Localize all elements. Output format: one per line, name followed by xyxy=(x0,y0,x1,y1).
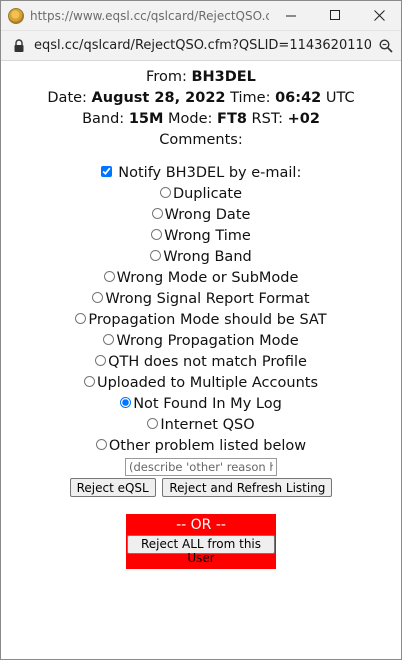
lock-icon xyxy=(14,38,24,52)
reason-radio[interactable] xyxy=(92,292,104,303)
reason-option: Wrong Band xyxy=(1,247,401,268)
reason-radio[interactable] xyxy=(159,187,171,198)
close-icon xyxy=(373,10,385,21)
reason-label[interactable]: Wrong Signal Report Format xyxy=(105,291,309,307)
reason-option: Propagation Mode should be SAT xyxy=(1,310,401,331)
rst-label: RST: xyxy=(251,111,283,127)
reason-radio[interactable] xyxy=(120,397,132,408)
reason-radio[interactable] xyxy=(95,439,107,450)
band-value: 15M xyxy=(128,111,164,127)
reason-label[interactable]: Internet QSO xyxy=(160,417,254,433)
from-label: From: xyxy=(146,69,187,85)
reason-radio[interactable] xyxy=(95,355,107,366)
title-url: https://www.eqsl.cc/qslcard/RejectQSO.cf… xyxy=(30,8,269,23)
reason-label[interactable]: Wrong Band xyxy=(163,249,251,265)
other-reason-row xyxy=(1,457,401,476)
reason-radio[interactable] xyxy=(151,229,163,240)
reason-option: Duplicate xyxy=(1,184,401,205)
reason-radio[interactable] xyxy=(103,334,115,345)
reason-option: Uploaded to Multiple Accounts xyxy=(1,373,401,394)
notify-row: Notify BH3DEL by e-mail: xyxy=(1,163,401,184)
reason-label[interactable]: Wrong Date xyxy=(165,207,251,223)
reject-eqsl-button[interactable]: Reject eQSL xyxy=(69,478,156,497)
address-url[interactable]: eqsl.cc/qslcard/RejectQSO.cfm?QSLID=1143… xyxy=(34,38,371,53)
reject-qso-form: From: BH3DEL Date: August 28, 2022 Time:… xyxy=(1,61,401,569)
reason-radio[interactable] xyxy=(147,418,159,429)
date-time-line: Date: August 28, 2022 Time: 06:42 UTC xyxy=(1,88,401,109)
reason-option: Other problem listed below xyxy=(1,436,401,457)
reason-label[interactable]: Wrong Propagation Mode xyxy=(116,333,298,349)
maximize-icon xyxy=(329,10,340,20)
rst-value: +02 xyxy=(287,111,320,127)
notify-checkbox[interactable] xyxy=(100,166,112,177)
time-label: Time: xyxy=(230,90,271,106)
time-value: 06:42 xyxy=(275,90,322,106)
reject-reasons-list: Duplicate Wrong Date Wrong Time Wrong Band W… xyxy=(1,184,401,457)
eqsl-favicon-icon xyxy=(8,7,24,24)
mode-value: FT8 xyxy=(217,111,247,127)
comments-label: Comments: xyxy=(159,132,243,148)
date-label: Date: xyxy=(47,90,87,106)
or-separator-text: -- OR -- xyxy=(176,517,226,533)
reject-all-box: -- OR -- Reject ALL from this User xyxy=(126,514,276,569)
reason-label[interactable]: Propagation Mode should be SAT xyxy=(88,312,326,328)
reason-label[interactable]: Duplicate xyxy=(173,186,242,202)
reason-radio[interactable] xyxy=(75,313,87,324)
reject-all-button[interactable]: Reject ALL from this User xyxy=(127,535,275,565)
reason-label[interactable]: Uploaded to Multiple Accounts xyxy=(97,375,318,391)
title-bar: https://www.eqsl.cc/qslcard/RejectQSO.cf… xyxy=(1,1,401,31)
reason-radio[interactable] xyxy=(150,250,162,261)
maximize-button[interactable] xyxy=(313,1,357,31)
reason-radio[interactable] xyxy=(151,208,163,219)
from-call: BH3DEL xyxy=(191,69,256,85)
other-reason-input[interactable] xyxy=(125,458,277,476)
address-bar: eqsl.cc/qslcard/RejectQSO.cfm?QSLID=1143… xyxy=(1,31,401,61)
reject-and-refresh-button[interactable]: Reject and Refresh Listing xyxy=(162,478,333,497)
time-zone: UTC xyxy=(325,90,355,106)
zoom-button[interactable] xyxy=(371,38,401,53)
mode-label: Mode: xyxy=(168,111,213,127)
reason-option: Wrong Mode or SubMode xyxy=(1,268,401,289)
browser-popup-window: https://www.eqsl.cc/qslcard/RejectQSO.cf… xyxy=(0,0,402,660)
reason-radio[interactable] xyxy=(103,271,115,282)
from-line: From: BH3DEL xyxy=(1,67,401,88)
reason-label[interactable]: Other problem listed below xyxy=(109,438,306,454)
reason-option: QTH does not match Profile xyxy=(1,352,401,373)
reason-option: Wrong Date xyxy=(1,205,401,226)
reason-option: Internet QSO xyxy=(1,415,401,436)
minimize-button[interactable] xyxy=(269,1,313,31)
reason-option: Wrong Propagation Mode xyxy=(1,331,401,352)
reason-option: Not Found In My Log xyxy=(1,394,401,415)
reason-label[interactable]: Wrong Mode or SubMode xyxy=(117,270,299,286)
reason-radio[interactable] xyxy=(83,376,95,387)
minimize-icon xyxy=(285,15,296,17)
band-mode-line: Band: 15M Mode: FT8 RST: +02 xyxy=(1,109,401,130)
zoom-magnifier-icon xyxy=(379,38,393,53)
band-label: Band: xyxy=(82,111,125,127)
reason-option: Wrong Time xyxy=(1,226,401,247)
reason-option: Wrong Signal Report Format xyxy=(1,289,401,310)
reject-buttons-row: Reject eQSL Reject and Refresh Listing xyxy=(1,478,401,497)
notify-label[interactable]: Notify BH3DEL by e-mail: xyxy=(118,165,301,181)
reason-label[interactable]: Wrong Time xyxy=(164,228,251,244)
reason-label[interactable]: QTH does not match Profile xyxy=(108,354,307,370)
date-value: August 28, 2022 xyxy=(91,90,226,106)
close-button[interactable] xyxy=(357,1,401,31)
reason-label[interactable]: Not Found In My Log xyxy=(133,396,282,412)
